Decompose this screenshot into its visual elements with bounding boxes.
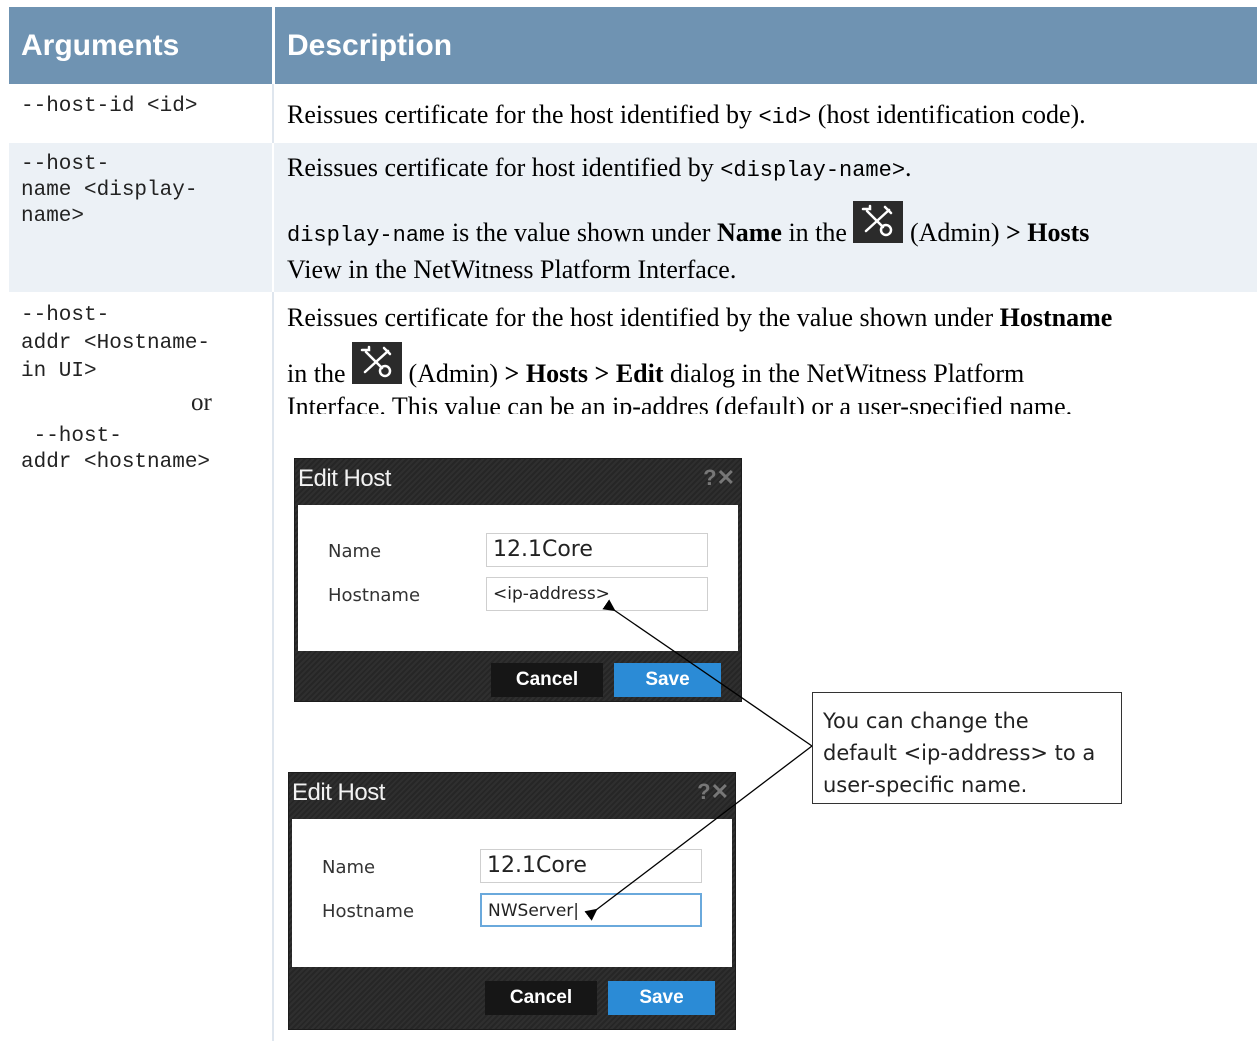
callout-note: You can change the default <ip-address> … [812, 692, 1122, 804]
arrow-to-nwserver [584, 745, 813, 921]
description-text: (Admin) [903, 218, 1006, 247]
description-text: . [905, 153, 912, 182]
description-cell: View in the NetWitness Platform Interfac… [287, 255, 737, 284]
bold-term: > Hosts [504, 359, 588, 388]
description-text: Reissues certificate for host identified… [287, 153, 721, 182]
table-row: --host- name <display- name> Reissues ce… [9, 143, 1257, 292]
callout-text: You can change the [823, 709, 1029, 733]
description-text: (host identification code). [811, 100, 1086, 129]
description-cell: Reissues certificate for the host identi… [287, 303, 1112, 333]
arrow-to-ip-address [602, 599, 813, 747]
description-text: is the value shown under [445, 218, 717, 247]
description-text: Reissues certificate for the host identi… [287, 100, 759, 129]
description-text: (Admin) [402, 359, 505, 388]
inline-code: <id> [758, 105, 812, 130]
edit-host-illustration: Edit Host ?✕ Name 12.1Core Hostname <ip-… [278, 414, 1122, 1038]
inline-code: <display-name> [720, 158, 906, 183]
inline-code: display-name [287, 223, 446, 248]
description-text: Reissues certificate for the host identi… [287, 303, 1000, 332]
bold-term: Name [716, 218, 782, 247]
bold-term: Edit [615, 359, 664, 388]
description-cell: display-name is the value shown under Na… [287, 201, 1089, 256]
argument-cell: --host- addr <hostname> [21, 425, 211, 474]
argument-or: or [191, 389, 212, 416]
description-text: dialog in the NetWitness Platform [663, 359, 1025, 388]
bold-term: > Hosts [1005, 218, 1090, 247]
argument-cell: --host-id <id> [21, 95, 198, 118]
bold-term: Hostname [999, 303, 1113, 332]
column-divider [272, 143, 274, 292]
bold-term: > [587, 359, 616, 388]
admin-tools-icon [853, 201, 904, 243]
description-cell: Reissues certificate for the host identi… [287, 100, 1086, 133]
table-row: --host-id <id> Reissues certificate for … [9, 84, 1257, 143]
header-description: Description [275, 7, 1257, 84]
column-divider [272, 292, 274, 1041]
description-text: in the [287, 359, 352, 388]
callout-text: user-specific name. [823, 773, 1028, 797]
column-divider [272, 84, 274, 143]
description-cell: Reissues certificate for host identified… [287, 153, 912, 186]
header-arguments: Arguments [9, 7, 272, 84]
argument-cell: --host- name <display- name> [21, 153, 198, 228]
admin-tools-icon [352, 342, 402, 384]
callout-text: default <ip-address> to a [823, 741, 1096, 765]
description-cell: in the (Admin) > Hosts > Edit dialog in … [287, 342, 1024, 394]
description-text: in the [781, 218, 854, 247]
argument-cell: --host- addr <Hostname- in UI> [21, 304, 211, 383]
